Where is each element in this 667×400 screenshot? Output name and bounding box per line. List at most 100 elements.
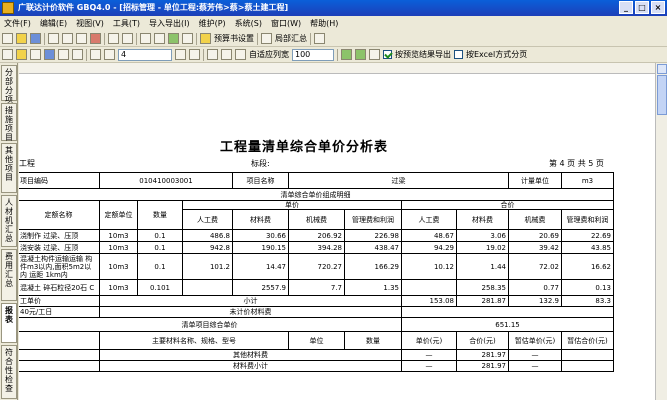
zoom-out-icon[interactable] xyxy=(355,49,366,60)
subtotal-mgmt: 83.3 xyxy=(561,295,614,307)
material-subtotal-dash: — xyxy=(401,360,457,372)
zoom-select[interactable]: 100 xyxy=(292,48,334,61)
mat-qty-label: 数量 xyxy=(344,331,402,350)
code-label: 项目编码 xyxy=(19,172,100,189)
table-row: 浇制作 过梁、压顶 10m3 0.1 486.8 30.66 206.92 22… xyxy=(19,229,614,242)
table-row: 浇安装 过梁、压顶 10m3 0.1 942.8 190.15 394.28 4… xyxy=(19,241,614,254)
filter-icon[interactable] xyxy=(182,33,193,44)
composite-label: 清单项目综合单价 xyxy=(19,317,402,332)
design-icon[interactable] xyxy=(2,49,13,60)
side-tabs: 分部分项 措施项目 其他项目 人材机汇总 费用汇总 报表 符合性检查 xyxy=(0,63,18,400)
menu-system[interactable]: 系统(S) xyxy=(235,16,262,31)
multi-page-icon[interactable] xyxy=(235,49,246,60)
row-price-labor xyxy=(182,279,233,296)
scroll-up-icon[interactable] xyxy=(657,64,667,74)
last-page-icon[interactable] xyxy=(189,49,200,60)
refresh-icon[interactable] xyxy=(369,49,380,60)
row-total-labor xyxy=(401,279,457,296)
tab-labor-material-machine[interactable]: 人材机汇总 xyxy=(1,195,17,247)
move-up-icon[interactable] xyxy=(140,33,151,44)
row-unit: 10m3 xyxy=(99,279,138,296)
menu-maintain[interactable]: 维护(P) xyxy=(199,16,226,31)
find-icon[interactable] xyxy=(168,33,179,44)
title-bar: 广联达计价软件 GBQ4.0 - [招标管理 - 单位工程:蔡芳伟>蔡>蔡土建工… xyxy=(0,0,667,16)
menu-bar: 文件(F) 编辑(E) 视图(V) 工具(T) 导入导出(I) 维护(P) 系统… xyxy=(0,16,667,31)
paste-icon[interactable] xyxy=(76,33,87,44)
new-file-icon[interactable] xyxy=(2,33,13,44)
menu-view[interactable]: 视图(V) xyxy=(76,16,104,31)
print-icon[interactable] xyxy=(44,49,55,60)
report-title: 工程量清单综合单价分析表 xyxy=(219,140,388,155)
two-page-icon[interactable] xyxy=(221,49,232,60)
copy-icon[interactable] xyxy=(62,33,73,44)
tab-other-items[interactable]: 其他项目 xyxy=(1,143,17,193)
row-price-mgmt: 438.47 xyxy=(344,241,402,254)
cut-icon[interactable] xyxy=(48,33,59,44)
menu-window[interactable]: 窗口(W) xyxy=(271,16,301,31)
menu-edit[interactable]: 编辑(E) xyxy=(40,16,67,31)
unpriced-label: 未计价材料费 xyxy=(99,306,402,318)
zoom-in-icon[interactable] xyxy=(341,49,352,60)
row-total-labor: 48.67 xyxy=(401,229,457,242)
export-excel-label: 按Excel方式分页 xyxy=(466,50,528,59)
move-down-icon[interactable] xyxy=(154,33,165,44)
row-total-machine: 20.69 xyxy=(508,229,562,242)
project-label: 工程 xyxy=(19,159,35,168)
price-book-settings-button[interactable]: 预算书设置 xyxy=(214,33,254,44)
menu-file[interactable]: 文件(F) xyxy=(4,16,31,31)
col-material: 材料费 xyxy=(232,209,289,230)
mat-est-total-label: 暂估合价(元) xyxy=(561,331,614,350)
undo-icon[interactable] xyxy=(108,33,119,44)
next-page-icon[interactable] xyxy=(175,49,186,60)
open-folder-icon[interactable] xyxy=(16,33,27,44)
maximize-button[interactable]: □ xyxy=(635,1,649,14)
section-label: 标段: xyxy=(251,159,270,168)
minimize-button[interactable]: _ xyxy=(619,1,633,14)
print-setup-icon[interactable] xyxy=(16,49,27,60)
menu-import-export[interactable]: 导入导出(I) xyxy=(149,16,190,31)
app-logo-icon xyxy=(2,2,14,14)
export-by-preview-checkbox[interactable] xyxy=(383,50,392,59)
save-icon[interactable] xyxy=(30,33,41,44)
tab-reports[interactable]: 报表 xyxy=(1,303,17,343)
col-mgmt: 管理费和利润 xyxy=(344,209,402,230)
tab-cost-summary[interactable]: 费用汇总 xyxy=(1,249,17,301)
delete-icon[interactable] xyxy=(90,33,101,44)
partial-summary-button[interactable]: 局部汇总 xyxy=(275,33,307,44)
row-price-mgmt: 226.98 xyxy=(344,229,402,242)
tab-sub-items[interactable]: 分部分项 xyxy=(1,65,17,104)
subtotal-material: 281.87 xyxy=(456,295,509,307)
export-excel-checkbox[interactable] xyxy=(454,50,463,59)
preview-icon[interactable] xyxy=(30,49,41,60)
scroll-thumb[interactable] xyxy=(657,75,667,115)
page-setup-icon[interactable] xyxy=(58,49,69,60)
row-name: 浇安装 过梁、压顶 xyxy=(19,241,100,254)
page-number-input[interactable]: 4 xyxy=(118,48,172,61)
material-subtotal-dash-2: — xyxy=(508,360,562,372)
menu-tools[interactable]: 工具(T) xyxy=(113,16,140,31)
col-mgmt-total: 管理费和利润 xyxy=(561,209,614,230)
col-machine-total: 机械费 xyxy=(508,209,562,230)
row-name: 混凝土构件运输运输 构件m3以内,面积5m2以内 运距 1km内 xyxy=(19,253,100,280)
subtotal-machine: 132.9 xyxy=(508,295,562,307)
export-icon[interactable] xyxy=(72,49,83,60)
price-book-icon[interactable] xyxy=(200,33,211,44)
first-page-icon[interactable] xyxy=(90,49,101,60)
redo-icon[interactable] xyxy=(122,33,133,44)
partial-summary-icon[interactable] xyxy=(261,33,272,44)
main-toolbar: 预算书设置 局部汇总 xyxy=(0,31,667,47)
prev-page-icon[interactable] xyxy=(104,49,115,60)
row-total-labor: 94.29 xyxy=(401,241,457,254)
vertical-scrollbar[interactable] xyxy=(655,63,667,400)
row-total-labor: 10.12 xyxy=(401,253,457,280)
tab-measures[interactable]: 措施项目 xyxy=(1,103,17,142)
fit-width-button[interactable]: 自适应列宽 xyxy=(249,49,289,60)
row-price-material: 190.15 xyxy=(232,241,289,254)
menu-help[interactable]: 帮助(H) xyxy=(310,16,338,31)
tab-compliance-check[interactable]: 符合性检查 xyxy=(1,345,17,399)
collapse-icon[interactable] xyxy=(314,33,325,44)
ruler xyxy=(19,63,656,74)
one-page-icon[interactable] xyxy=(207,49,218,60)
close-button[interactable]: × xyxy=(651,1,665,14)
name-value: 过梁 xyxy=(288,172,509,189)
